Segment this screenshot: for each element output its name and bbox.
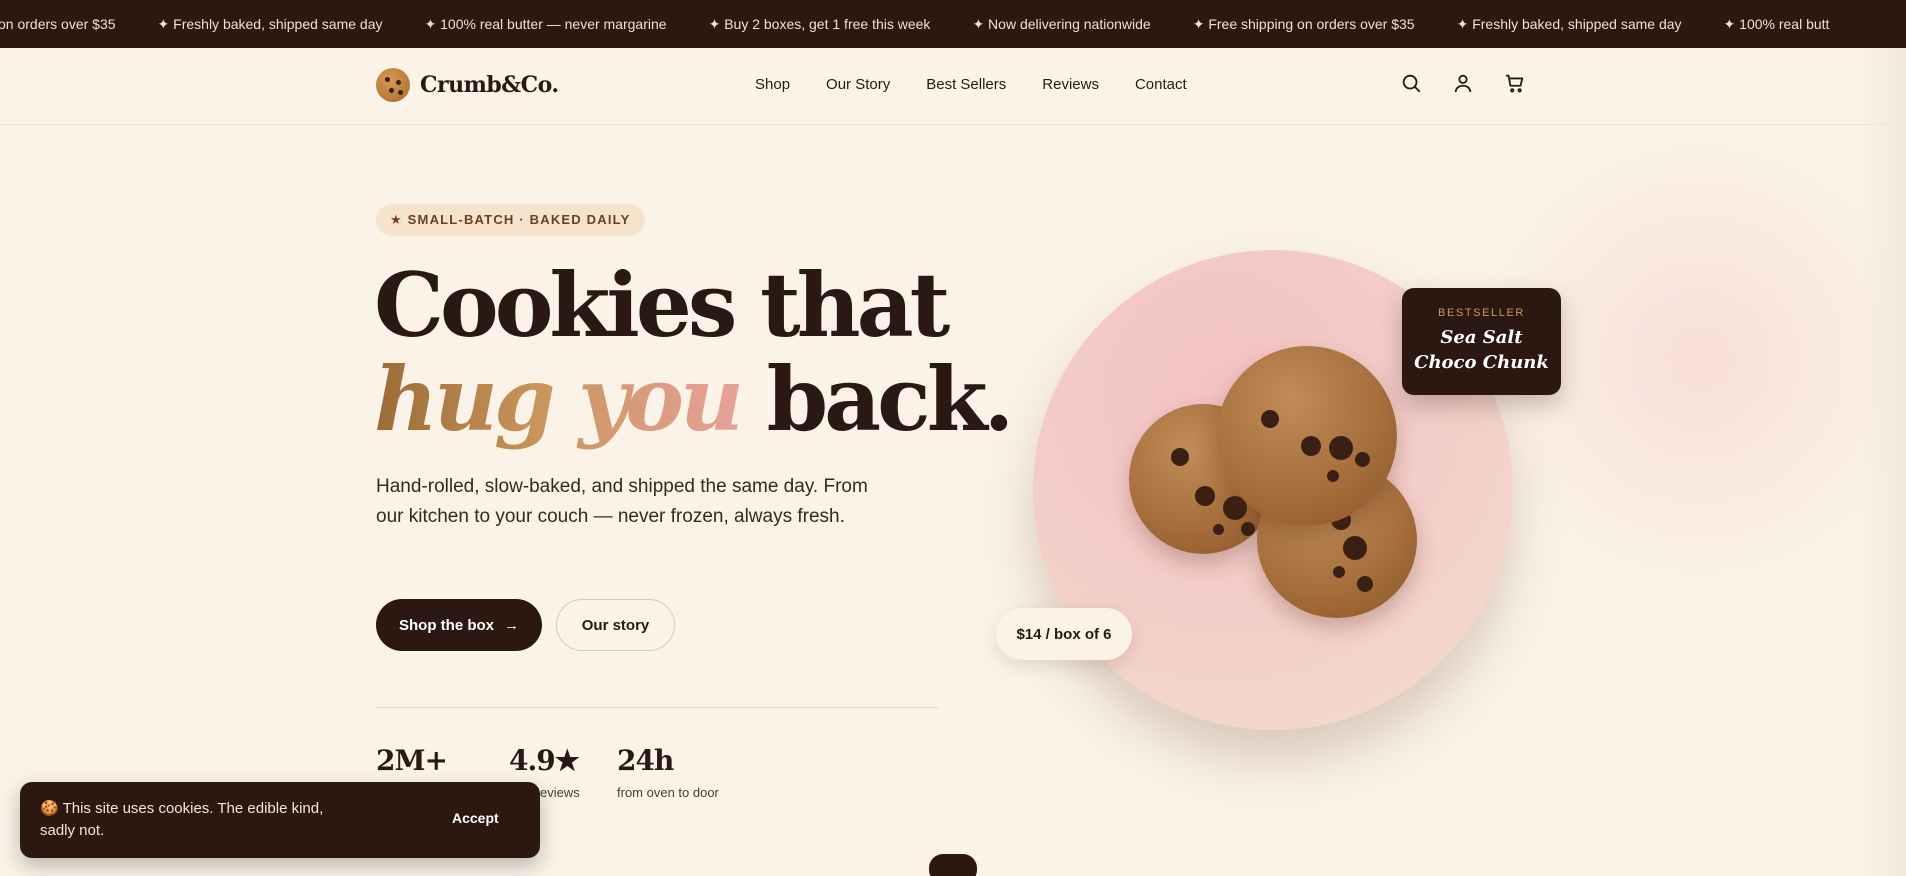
announcement-item: on orders over $35 — [0, 16, 116, 32]
arrow-right-icon: → — [504, 616, 519, 634]
product-name-line2: Choco Chunk — [1414, 352, 1549, 373]
nav-contact[interactable]: Contact — [1135, 76, 1187, 93]
hero-title-line2: hug you back. — [374, 352, 1014, 446]
announcement-item: ✦ Now delivering nationwide — [972, 15, 1151, 32]
hero-title: Cookies that hug you back. — [374, 253, 1014, 446]
announcement-item: ✦ Freshly baked, shipped same day — [1456, 15, 1682, 32]
stat-delivery: 24h from oven to door — [617, 744, 719, 800]
hero-title-line1: Cookies that — [374, 253, 950, 357]
stat-value: 2M+ — [376, 744, 448, 777]
announcement-bar: on orders over $35 ✦ Freshly baked, ship… — [0, 0, 1906, 48]
stat-label: from oven to door — [617, 785, 719, 800]
scroll-indicator[interactable] — [929, 854, 977, 876]
hero-subtitle: Hand-rolled, slow-baked, and shipped the… — [376, 476, 868, 527]
brand-name: Crumb&Co. — [420, 72, 559, 98]
accept-cookies-button[interactable]: Accept — [452, 810, 499, 826]
stat-value: 24h — [617, 744, 674, 777]
shop-the-box-button[interactable]: Shop the box → — [376, 599, 542, 651]
stat-customers: 2M+ — [376, 744, 448, 785]
our-story-button[interactable]: Our story — [556, 599, 675, 651]
brand-link[interactable]: Crumb&Co. — [376, 68, 559, 102]
nav-reviews[interactable]: Reviews — [1042, 76, 1099, 93]
cookie-consent-text: 🍪 This site uses cookies. The edible kin… — [40, 800, 324, 839]
cart-icon[interactable] — [1504, 72, 1526, 94]
search-icon[interactable] — [1400, 72, 1422, 94]
announcement-item: ✦ Buy 2 boxes, get 1 free this week — [708, 15, 931, 32]
bestseller-card[interactable]: BESTSELLER Sea Salt Choco Chunk — [1402, 288, 1561, 395]
shop-the-box-label: Shop the box — [399, 616, 494, 634]
stats-divider — [376, 707, 938, 708]
edge-fade — [1860, 48, 1906, 876]
stat-value: 4.9★ — [509, 744, 580, 777]
cookie-image — [1217, 346, 1397, 526]
announcement-item: ✦ Free shipping on orders over $35 — [1192, 15, 1415, 32]
product-name: Sea Salt Choco Chunk — [1402, 325, 1561, 375]
nav-shop[interactable]: Shop — [755, 76, 790, 93]
cookie-logo-icon — [376, 68, 410, 102]
announcement-item: ✦ Freshly baked, shipped same day — [157, 15, 383, 32]
header-actions — [1400, 72, 1526, 94]
hero-title-end: back. — [766, 347, 1015, 451]
announcement-item: ✦ 100% real butter — never margarine — [424, 15, 667, 32]
hero-title-accent: hug you — [374, 347, 744, 451]
product-name-line1: Sea Salt — [1440, 327, 1523, 348]
cookie-consent-banner: 🍪 This site uses cookies. The edible kin… — [20, 782, 540, 858]
hero-badge: ★ SMALL-BATCH · BAKED DAILY — [376, 204, 645, 236]
price-pill: $14 / box of 6 — [996, 608, 1132, 660]
nav-our-story[interactable]: Our Story — [826, 76, 890, 93]
main-nav: Shop Our Story Best Sellers Reviews Cont… — [755, 76, 1223, 93]
user-icon[interactable] — [1452, 72, 1474, 94]
announcement-item: ✦ 100% real butt — [1723, 15, 1830, 32]
announcement-track: on orders over $35 ✦ Freshly baked, ship… — [0, 0, 1871, 48]
bestseller-tag: BESTSELLER — [1438, 307, 1525, 319]
nav-best-sellers[interactable]: Best Sellers — [926, 76, 1006, 93]
